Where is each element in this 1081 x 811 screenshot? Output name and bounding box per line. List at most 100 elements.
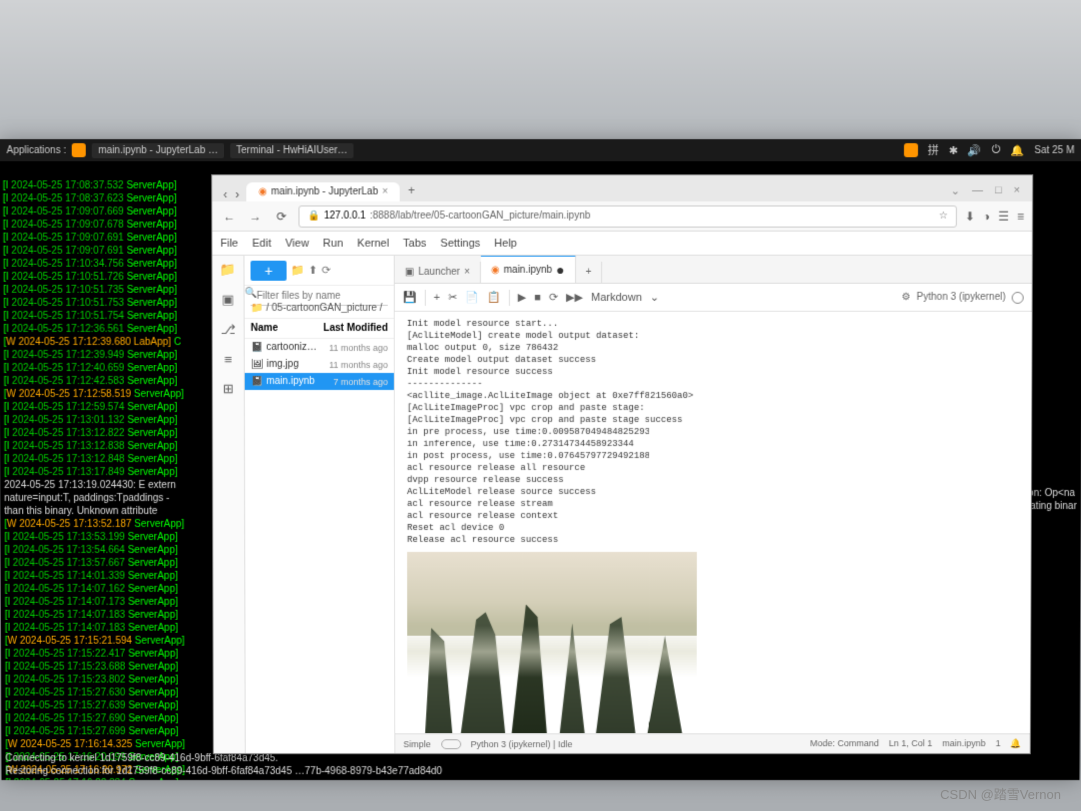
new-folder-icon[interactable]: 📁 [291,264,305,277]
add-cell-icon[interactable]: + [434,291,440,303]
clock[interactable]: Sat 25 M [1034,145,1074,156]
volume-icon[interactable]: 🔊 [968,144,982,157]
notification-bell-icon[interactable]: 🔔 [1011,738,1022,749]
bluetooth-icon[interactable]: ✱ [949,144,958,157]
new-launcher-button[interactable]: + [250,260,286,280]
file-modified: 11 months ago [329,359,388,369]
menu-help[interactable]: Help [494,237,517,249]
folder-icon: 📁 [251,303,263,314]
file-row[interactable]: 📓cartooniz… 11 months ago [245,339,394,356]
window-chevron-icon[interactable]: ⌄ [951,184,960,197]
nav-back-icon[interactable]: ← [220,209,238,223]
cell-output-text: Init model resource start... [AclLiteMod… [407,318,1020,546]
terminal-log-line: Restoring connection for 1d1759f8-cc89-4… [5,765,1075,778]
jupyterlab-app: File Edit View Run Kernel Tabs Settings Help 📁 … [212,232,1032,754]
close-icon[interactable]: × [382,186,388,197]
kernel-name[interactable]: Python 3 (ipykernel) [917,292,1006,303]
new-tab-button[interactable]: + [576,262,603,283]
toc-icon[interactable]: ≡ [224,352,232,367]
browser-toolbar: ← → ⟳ 🔒 127.0.0.1 :8888/lab/tree/05-cart… [212,201,1032,231]
new-tab-button[interactable]: + [400,179,423,201]
kernel-status-icon [1012,291,1024,303]
menu-run[interactable]: Run [323,237,343,249]
save-icon[interactable]: 💾 [403,291,417,304]
git-icon[interactable]: ⎇ [221,322,236,338]
refresh-icon[interactable]: ⟳ [322,264,331,277]
menu-kernel[interactable]: Kernel [357,237,389,249]
menu-tabs[interactable]: Tabs [403,237,426,249]
folder-icon[interactable]: 📁 [220,262,236,278]
firefox-icon[interactable] [72,143,86,157]
file-name: main.ipynb [266,376,314,387]
lock-icon: 🔒 [307,210,320,221]
reload-icon[interactable]: ⟳ [272,209,290,223]
paste-icon[interactable]: 📋 [487,291,501,304]
document-tab[interactable]: ▣Launcher× [395,262,481,283]
extension-icon[interactable]: ⊞ [223,381,234,397]
search-icon: 🔍 [245,288,384,299]
nav-forward-icon[interactable]: → [246,209,264,223]
file-row[interactable]: 🖼img.jpg 11 months ago [245,356,394,373]
taskbar-item-terminal[interactable]: Terminal - HwHiAIUser… [230,143,353,158]
bookmark-icon[interactable]: ☆ [939,210,948,221]
menu-view[interactable]: View [285,237,309,249]
close-window-icon[interactable]: × [1014,184,1021,197]
extensions-icon[interactable]: ☰ [998,209,1009,223]
chevron-down-icon[interactable]: ⌄ [650,291,659,304]
browser-tab-label: main.ipynb - JupyterLab [271,186,378,197]
menu-edit[interactable]: Edit [252,237,271,249]
notebook-content[interactable]: Init model resource start... [AclLiteMod… [395,312,1032,733]
cut-icon[interactable]: ✂ [448,291,457,304]
file-icon: 🖼 [251,359,264,370]
minimize-icon[interactable]: — [972,184,983,197]
run-icon[interactable]: ▶ [518,291,526,304]
upload-icon[interactable]: ⬆ [308,264,317,277]
restart-icon[interactable]: ⟳ [549,291,558,304]
menu-icon[interactable]: ≡ [1017,209,1024,223]
account-icon[interactable]: ◑ [983,209,990,223]
tab-label: Launcher [418,267,460,278]
running-icon[interactable]: ▣ [222,292,234,308]
photo-background: Applications : main.ipynb - JupyterLab …… [0,0,1081,811]
browser-forward-icon[interactable]: › [234,187,240,201]
kernel-status-text: Python 3 (ipykernel) | Idle [471,739,573,749]
activity-bar: 📁 ▣ ⎇ ≡ ⊞ [212,256,245,754]
document-tab[interactable]: ◉main.ipynb● [481,256,576,283]
download-icon[interactable]: ⬇ [965,209,975,223]
main-area: ▣Launcher×◉main.ipynb●+ 💾 + ✂ 📄 📋 ▶ ■ ⟳ … [395,256,1032,754]
name-column-header[interactable]: Name [251,323,278,334]
menu-file[interactable]: File [220,237,238,249]
file-icon: 📓 [251,342,263,353]
notebook-toolbar: 💾 + ✂ 📄 📋 ▶ ■ ⟳ ▶▶ Markdown ⌄ ⚙ Python 3 [395,284,1032,312]
filename-indicator: main.ipynb [942,738,985,749]
modified-column-header[interactable]: Last Modified [323,323,388,334]
file-modified: 7 months ago [333,376,388,386]
maximize-icon[interactable]: □ [995,184,1002,197]
browser-tab[interactable]: ◉ main.ipynb - JupyterLab × [246,182,400,201]
menu-settings[interactable]: Settings [440,237,480,249]
file-row[interactable]: 📓main.ipynb7 months ago [245,373,394,390]
run-all-icon[interactable]: ▶▶ [566,291,583,304]
kernel-switch-icon[interactable]: ⚙ [902,292,911,303]
firefox-tray-icon[interactable] [904,143,918,157]
breadcrumb[interactable]: 📁 / 05-cartoonGAN_picture / [245,299,394,319]
file-browser: + 📁 ⬆ ⟳ 🔍 📁 / 05-cartoonGAN_picture / Na… [244,256,395,754]
cursor-position: Ln 1, Col 1 [889,738,932,749]
file-name: img.jpg [266,359,298,370]
close-icon[interactable]: × [464,267,470,278]
url-bar[interactable]: 🔒 127.0.0.1 :8888/lab/tree/05-cartoonGAN… [298,205,956,227]
stop-icon[interactable]: ■ [534,291,541,303]
applications-menu[interactable]: Applications : [7,145,67,156]
browser-back-icon[interactable]: ‹ [222,187,228,201]
file-modified: 11 months ago [329,342,388,352]
notification-icon[interactable]: 🔔 [1011,144,1025,157]
power-icon[interactable]: ⏻ [992,144,1001,157]
ime-indicator[interactable]: 拼 [928,142,939,158]
taskbar-item-jupyter[interactable]: main.ipynb - JupyterLab … [92,143,224,158]
mode-indicator: Mode: Command [810,738,879,749]
simple-toggle[interactable]: Simple [403,739,430,749]
dirty-indicator: ● [556,262,564,278]
cell-type-select[interactable]: Markdown [591,291,642,303]
file-name: cartooniz… [266,342,317,353]
copy-icon[interactable]: 📄 [465,291,479,304]
